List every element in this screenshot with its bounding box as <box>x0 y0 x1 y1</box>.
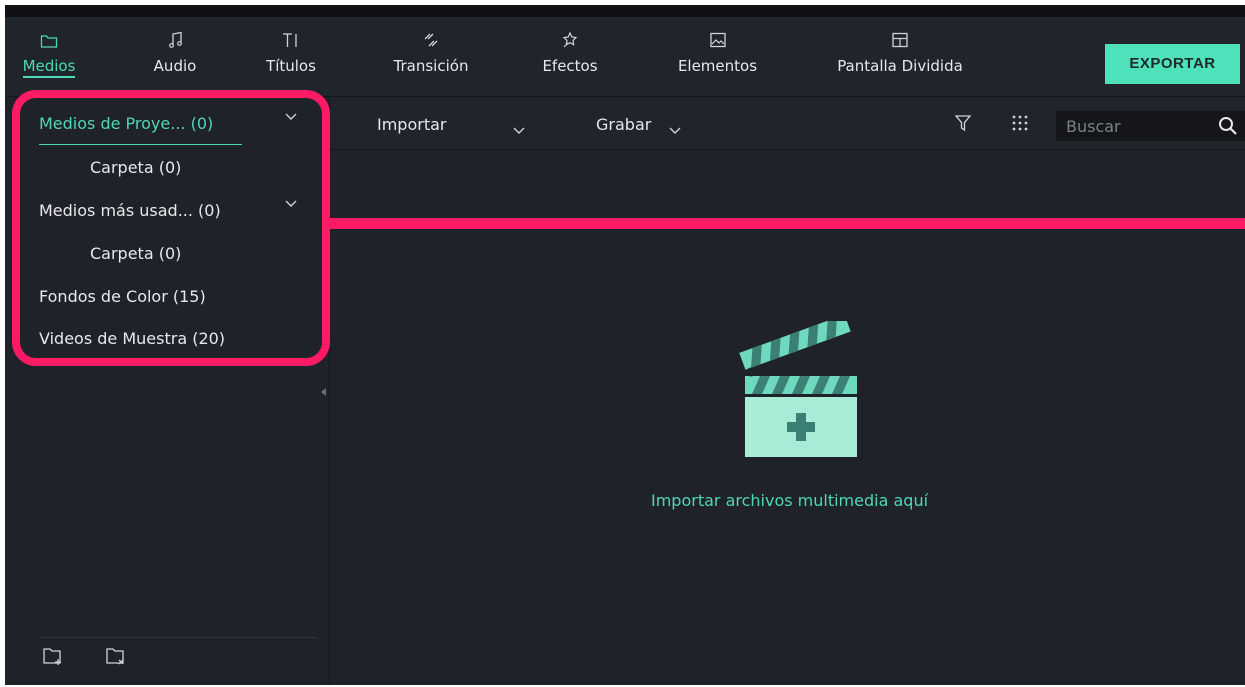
sidebar-footer-divider <box>39 637 317 638</box>
tab-audio[interactable]: Audio <box>145 31 205 75</box>
tab-efectos[interactable]: Efectos <box>530 31 610 75</box>
text-icon <box>256 31 326 57</box>
import-dropdown[interactable]: Importar <box>377 115 446 134</box>
sparkle-icon <box>530 31 610 57</box>
tab-titulos-label: Títulos <box>266 57 316 75</box>
collapse-sidebar-arrow-icon[interactable] <box>321 388 326 396</box>
delete-folder-icon[interactable] <box>105 645 127 667</box>
tab-transicion-label: Transición <box>393 57 469 75</box>
tab-medios-label: Medios <box>22 57 76 78</box>
tab-pantalla-dividida-label: Pantalla Dividida <box>837 57 963 75</box>
title-strip <box>5 5 1245 17</box>
grid-view-icon[interactable] <box>1011 114 1029 136</box>
record-dropdown[interactable]: Grabar <box>596 115 651 134</box>
tab-titulos[interactable]: Títulos <box>256 31 326 75</box>
export-button[interactable]: EXPORTAR <box>1105 44 1240 84</box>
clapperboard-add-icon <box>736 314 866 465</box>
highlight-annotation-line <box>330 218 1245 229</box>
tab-pantalla-dividida[interactable]: Pantalla Dividida <box>820 31 980 75</box>
filter-icon[interactable] <box>954 114 972 136</box>
folder-icon <box>19 31 79 57</box>
media-subbar: Importar Grabar <box>331 98 1245 150</box>
chevron-down-icon[interactable] <box>513 123 525 139</box>
search-icon[interactable] <box>1218 116 1238 140</box>
media-drop-area[interactable]: Importar archivos multimedia aquí <box>331 151 1245 685</box>
chevron-down-icon[interactable] <box>669 123 681 139</box>
tab-elementos-label: Elementos <box>677 57 758 75</box>
main-toolbar: Medios Audio Títulos Transición Efectos <box>5 17 1245 97</box>
music-note-icon <box>145 31 205 57</box>
tab-elementos[interactable]: Elementos <box>665 31 770 75</box>
split-screen-icon <box>820 31 980 57</box>
tab-medios[interactable]: Medios <box>19 31 79 78</box>
tab-transicion[interactable]: Transición <box>381 31 481 75</box>
search-input[interactable] <box>1066 115 1206 137</box>
transition-icon <box>381 31 481 57</box>
tab-audio-label: Audio <box>153 57 197 75</box>
tab-efectos-label: Efectos <box>542 57 598 75</box>
image-icon <box>665 31 770 57</box>
highlight-annotation-box <box>12 90 330 366</box>
search-box <box>1056 111 1245 141</box>
new-folder-icon[interactable] <box>42 645 64 667</box>
import-hint-text: Importar archivos multimedia aquí <box>651 491 929 510</box>
